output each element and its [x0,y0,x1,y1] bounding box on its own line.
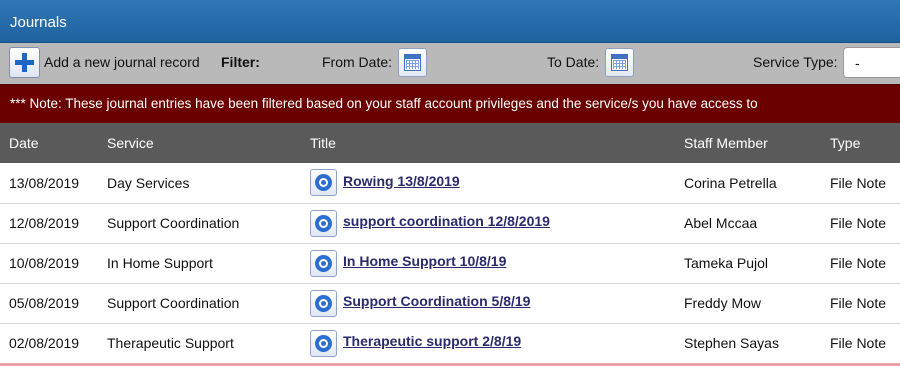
service-type-value: - [855,55,860,71]
table-row[interactable]: 05/08/2019 Support Coordination Support … [0,283,900,324]
table-row[interactable]: 02/08/2019 Therapeutic Support Therapeut… [0,323,900,364]
from-date-label: From Date: [322,54,393,70]
journal-target-icon[interactable] [310,329,337,357]
page-title: Journals [10,14,67,31]
filter-notice: *** Note: These journal entries have bee… [0,84,900,123]
row-staff-member: Tameka Pujol [682,243,828,284]
journal-target-icon[interactable] [310,249,337,277]
table-row[interactable]: 12/08/2019 Support Coordination support … [0,203,900,244]
row-service: Therapeutic Support [103,323,308,364]
add-journal-link[interactable]: Add a new journal record [44,54,200,70]
row-service: In Home Support [103,243,308,284]
column-header-service[interactable]: Service [103,123,308,163]
table-row[interactable]: 13/08/2019 Day Services Rowing 13/8/2019… [0,163,900,204]
journal-target-icon[interactable] [310,289,337,317]
row-type: File Note [828,243,900,284]
toolbar: Add a new journal record Filter: From Da… [0,43,900,84]
journals-table: Date Service Title Staff Member Type 13/… [0,123,900,364]
row-date: 10/08/2019 [0,243,103,284]
row-staff-member: Corina Petrella [682,163,828,204]
row-staff-member: Stephen Sayas [682,323,828,364]
row-service: Support Coordination [103,203,308,244]
row-date: 12/08/2019 [0,203,103,244]
column-header-type[interactable]: Type [828,123,900,163]
row-date: 02/08/2019 [0,323,103,364]
journal-title-link[interactable]: Therapeutic support 2/8/19 [343,333,521,349]
row-type: File Note [828,323,900,364]
column-header-title[interactable]: Title [308,123,682,163]
row-type: File Note [828,283,900,324]
row-type: File Note [828,203,900,244]
add-journal-button[interactable] [9,47,40,78]
journal-title-link[interactable]: Support Coordination 5/8/19 [343,293,530,309]
service-type-label: Service Type: [753,54,838,70]
journal-title-link[interactable]: support coordination 12/8/2019 [343,213,550,229]
service-type-select[interactable]: - [843,47,900,78]
journal-title-link[interactable]: Rowing 13/8/2019 [343,173,460,189]
row-date: 13/08/2019 [0,163,103,204]
column-header-date[interactable]: Date [0,123,103,163]
column-header-staff-member[interactable]: Staff Member [682,123,828,163]
from-date-picker-button[interactable] [398,48,427,77]
to-date-picker-button[interactable] [605,48,634,77]
row-date: 05/08/2019 [0,283,103,324]
table-row[interactable]: 10/08/2019 In Home Support In Home Suppo… [0,243,900,284]
row-staff-member: Freddy Mow [682,283,828,324]
row-service: Day Services [103,163,308,204]
calendar-icon [404,54,421,71]
row-service: Support Coordination [103,283,308,324]
filter-notice-text: *** Note: These journal entries have bee… [10,96,758,111]
journal-title-link[interactable]: In Home Support 10/8/19 [343,253,506,269]
to-date-label: To Date: [547,54,600,70]
journal-target-icon[interactable] [310,169,337,197]
filter-label: Filter: [221,54,260,70]
row-staff-member: Abel Mccaa [682,203,828,244]
journal-target-icon[interactable] [310,209,337,237]
row-type: File Note [828,163,900,204]
calendar-icon [611,54,628,71]
title-bar: Journals [0,0,900,43]
table-header-row: Date Service Title Staff Member Type [0,123,900,163]
